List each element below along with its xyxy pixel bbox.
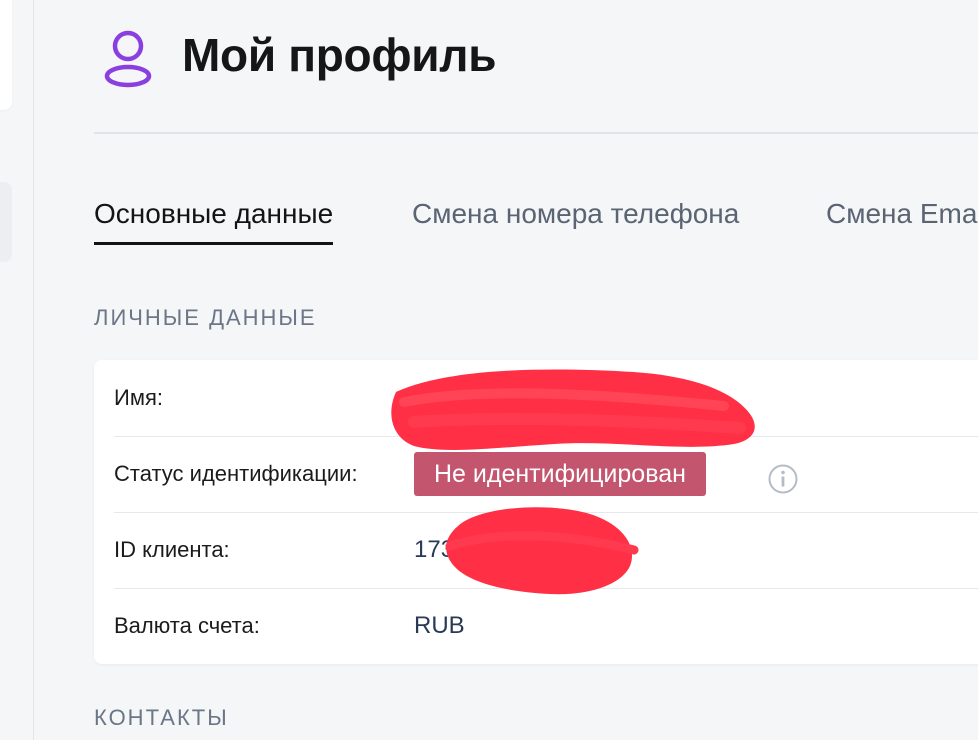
client-id-label: ID клиента: xyxy=(114,537,230,562)
client-id-redaction-scribble xyxy=(445,507,639,595)
currency-label: Валюта счета: xyxy=(114,613,260,638)
status-label: Статус идентификации: xyxy=(114,461,358,486)
page-header: Мой профиль xyxy=(94,0,978,134)
name-label: Имя: xyxy=(114,385,163,410)
tab-main-data[interactable]: Основные данные xyxy=(94,198,334,245)
sidebar-active-item[interactable] xyxy=(0,182,12,262)
sidebar-panel[interactable] xyxy=(0,0,12,110)
info-icon[interactable] xyxy=(767,463,799,495)
section-label-personal: ЛИЧНЫЕ ДАННЫЕ xyxy=(94,305,317,330)
sidebar xyxy=(0,0,34,740)
name-redaction-scribble xyxy=(391,369,755,450)
tab-change-email[interactable]: Смена Email xyxy=(826,198,978,242)
tab-change-phone[interactable]: Смена номера телефона xyxy=(412,198,739,242)
page-title: Мой профиль xyxy=(182,29,497,81)
user-profile-icon xyxy=(104,30,152,88)
section-label-contacts: КОНТАКТЫ xyxy=(94,705,229,730)
profile-tabs: Основные данные Смена номера телефона См… xyxy=(94,198,978,252)
